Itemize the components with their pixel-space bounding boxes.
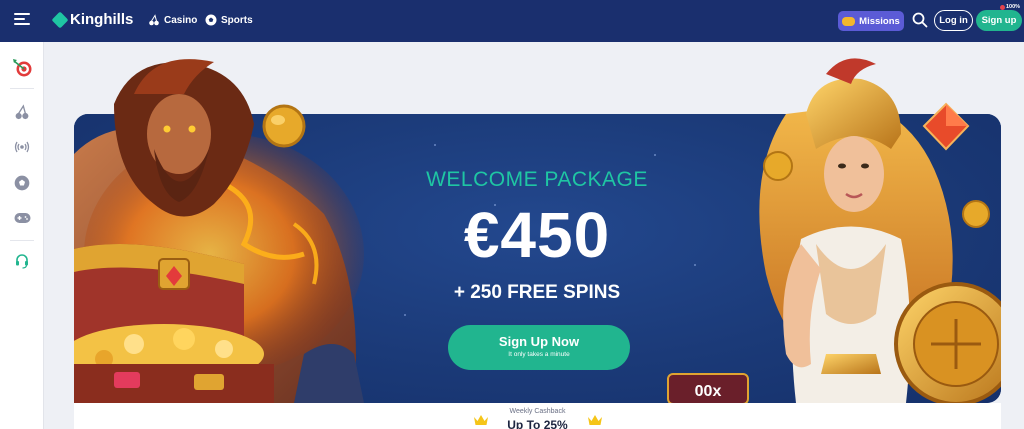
sidebar-item-promotions[interactable] bbox=[12, 58, 32, 78]
cashback-label: Weekly Cashback bbox=[509, 408, 566, 415]
sidebar-divider bbox=[10, 240, 34, 241]
titan-hero-illustration bbox=[74, 59, 364, 403]
signup-badge-text: 100% bbox=[1006, 4, 1021, 10]
bonus-amount: €450 bbox=[463, 199, 611, 271]
logo-text: Kinghills bbox=[70, 11, 134, 28]
sidebar-item-live[interactable] bbox=[12, 137, 32, 157]
football-icon bbox=[205, 14, 217, 26]
cherries-icon bbox=[149, 14, 159, 26]
nav-casino[interactable]: Casino bbox=[148, 14, 197, 26]
cta-sublabel: It only takes a minute bbox=[508, 351, 570, 358]
live-broadcast-icon bbox=[14, 141, 30, 153]
cta-label: Sign Up Now bbox=[498, 334, 580, 349]
free-spins-text: + 250 FREE SPINS bbox=[453, 282, 621, 303]
logo[interactable]: Kinghills bbox=[51, 11, 134, 28]
top-bar: Kinghills Casino Sports Missions Log in … bbox=[0, 0, 1024, 42]
missions-label: Missions bbox=[859, 15, 900, 27]
svg-text:00x: 00x bbox=[695, 383, 722, 400]
headset-support-icon bbox=[16, 254, 28, 269]
menu-icon[interactable] bbox=[14, 13, 30, 27]
gamepad-icon bbox=[14, 213, 30, 223]
search-icon[interactable] bbox=[912, 12, 928, 28]
missions-button[interactable]: Missions bbox=[838, 11, 904, 31]
flag-icon bbox=[1000, 4, 1005, 10]
cherries-icon bbox=[15, 104, 29, 120]
dart-target-icon bbox=[13, 59, 32, 77]
sign-up-now-button[interactable]: Sign Up Now It only takes a minute bbox=[448, 325, 630, 370]
star-decoration bbox=[434, 144, 436, 146]
sidebar bbox=[0, 42, 44, 429]
crown-icon bbox=[588, 415, 602, 425]
nav-sports[interactable]: Sports bbox=[205, 14, 253, 26]
gamepad-icon bbox=[842, 16, 856, 26]
star-decoration bbox=[404, 314, 406, 316]
sidebar-item-casino[interactable] bbox=[12, 102, 32, 122]
cashback-value: Up To 25% bbox=[507, 418, 568, 429]
logo-mark-icon bbox=[51, 11, 69, 28]
sidebar-item-support[interactable] bbox=[12, 251, 32, 271]
goddess-hero-illustration: 00x bbox=[667, 58, 1001, 403]
nav-sports-label: Sports bbox=[221, 14, 253, 26]
signup-button[interactable]: Sign up bbox=[976, 10, 1022, 31]
signup-badge: 100% bbox=[1000, 4, 1020, 10]
football-icon bbox=[14, 175, 30, 191]
banner-headline: WELCOME PACKAGE bbox=[426, 168, 648, 191]
sidebar-item-sports[interactable] bbox=[12, 173, 32, 193]
nav-casino-label: Casino bbox=[164, 14, 198, 26]
sidebar-divider bbox=[10, 88, 34, 89]
star-decoration bbox=[654, 154, 656, 156]
sidebar-item-games[interactable] bbox=[12, 208, 32, 228]
login-button[interactable]: Log in bbox=[934, 10, 973, 31]
weekly-cashback-section[interactable]: Weekly Cashback Up To 25% bbox=[74, 403, 1001, 429]
